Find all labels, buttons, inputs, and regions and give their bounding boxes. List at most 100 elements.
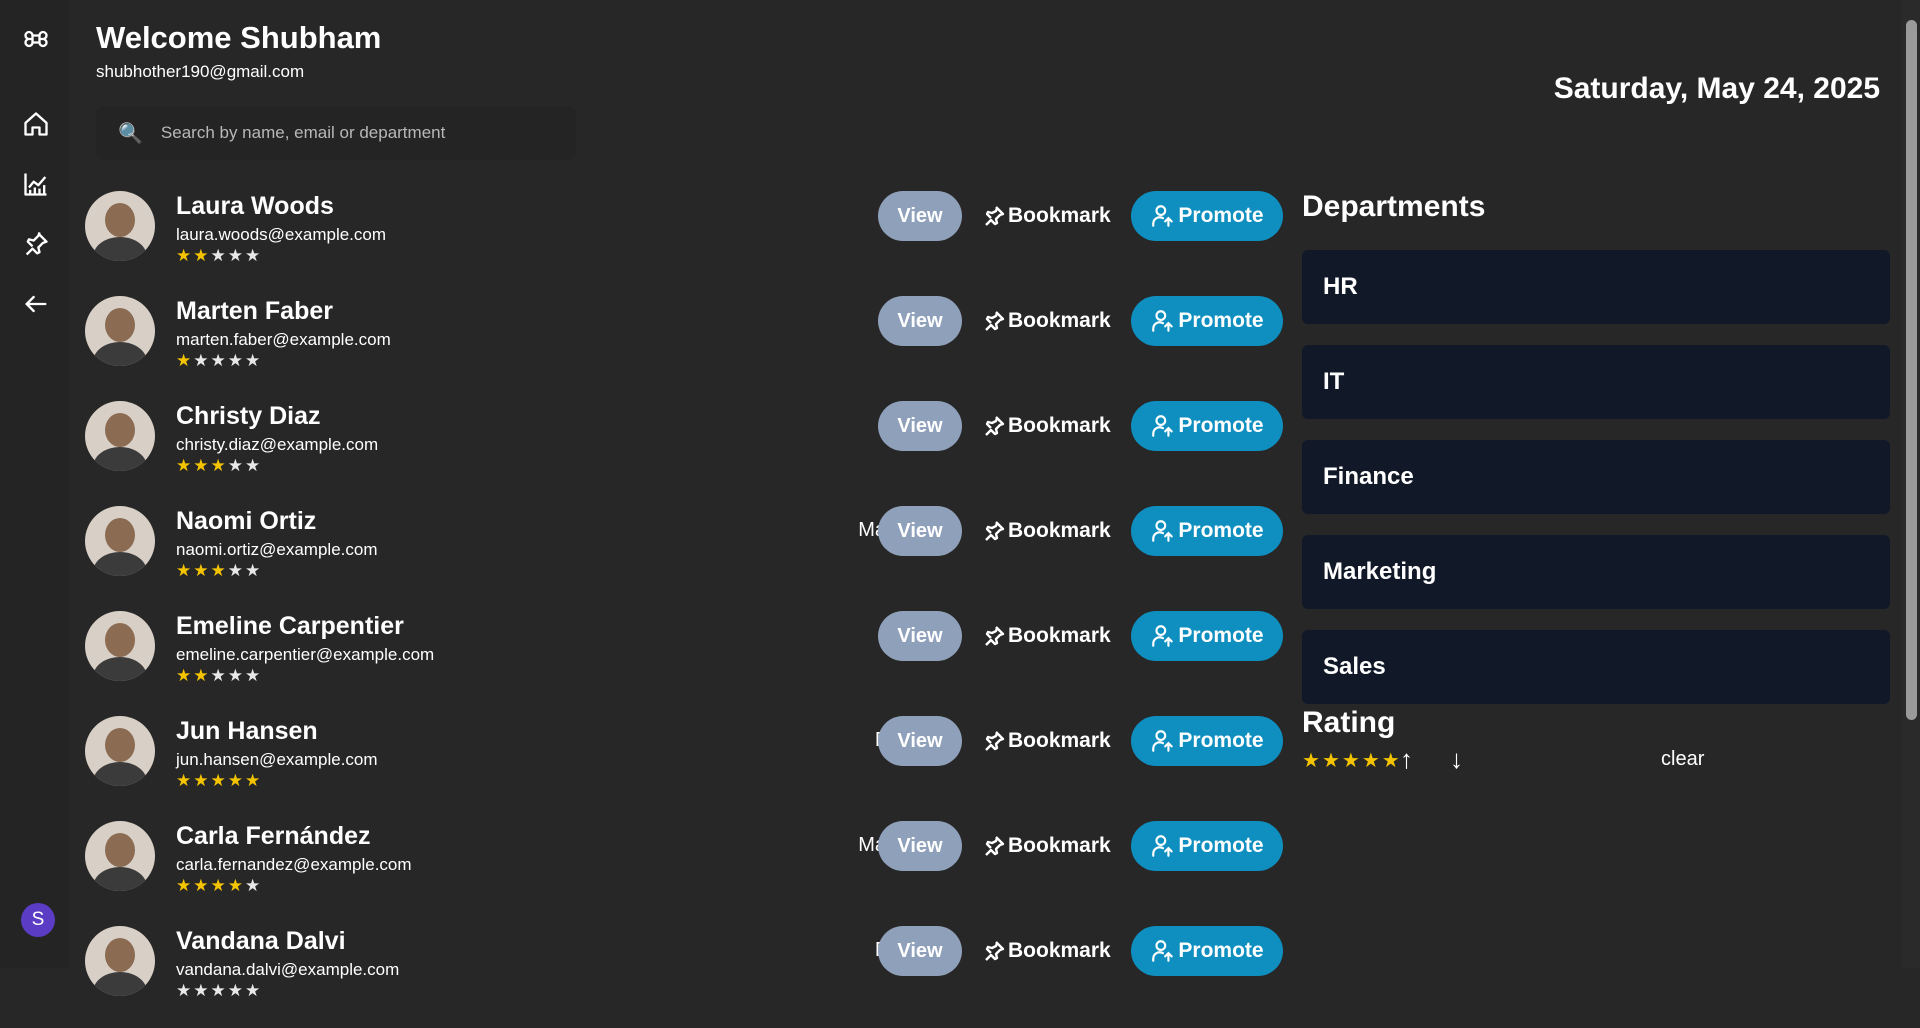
current-date: Saturday, May 24, 2025 [1553,72,1880,105]
clear-rating-button[interactable]: clear [1661,748,1704,771]
rating-star-icon[interactable]: ★ [1322,750,1342,772]
rating-star-icon[interactable]: ★ [1382,750,1402,772]
employee-rating: ★★★★★ [176,456,262,476]
bookmark-button[interactable]: Bookmark [982,506,1111,556]
employee-name: Naomi Ortiz [176,507,317,535]
view-button[interactable]: View [878,401,962,451]
employee-avatar [85,716,155,786]
scrollbar-thumb[interactable] [1906,20,1917,720]
view-button[interactable]: View [878,611,962,661]
view-button[interactable]: View [878,821,962,871]
scrollbar[interactable] [1902,0,1920,968]
employee-avatar [85,401,155,471]
employee-rating: ★★★★★ [176,351,262,371]
pin-icon [982,624,1008,648]
user-promote-icon [1150,518,1178,544]
promote-button[interactable]: Promote [1131,401,1283,451]
star-icon: ★ [227,771,245,790]
employee-row: Marten Faber marten.faber@example.com ★★… [84,293,1284,398]
sort-ascending-icon[interactable]: ↑ [1400,744,1413,775]
star-icon: ★ [210,561,228,580]
view-button[interactable]: View [878,191,962,241]
star-icon: ★ [227,561,245,580]
promote-label: Promote [1178,624,1264,647]
promote-label: Promote [1178,834,1264,857]
star-icon: ★ [193,456,211,475]
star-icon: ★ [210,351,228,370]
view-button[interactable]: View [878,926,962,976]
star-icon: ★ [193,666,211,685]
employee-row: Carla Fernández carla.fernandez@example.… [84,818,1284,923]
user-promote-icon [1150,308,1178,334]
bookmark-label: Bookmark [1008,204,1111,227]
promote-button[interactable]: Promote [1131,611,1283,661]
employee-avatar [85,926,155,996]
promote-button[interactable]: Promote [1131,506,1283,556]
bookmark-button[interactable]: Bookmark [982,821,1111,871]
employee-name: Vandana Dalvi [176,927,346,955]
logo-icon[interactable] [20,23,52,55]
analytics-icon[interactable] [20,168,52,200]
employee-row: Emeline Carpentier emeline.carpentier@ex… [84,608,1284,713]
department-label: IT [1323,368,1345,395]
home-icon[interactable] [20,108,52,140]
pin-icon [982,309,1008,333]
star-icon: ★ [245,456,263,475]
user-promote-icon [1150,203,1178,229]
sidebar: S [0,0,70,968]
search-input[interactable] [158,122,563,144]
view-button[interactable]: View [878,506,962,556]
star-icon: ★ [245,771,263,790]
promote-button[interactable]: Promote [1131,926,1283,976]
department-card[interactable]: Marketing [1302,535,1890,609]
department-card[interactable]: Finance [1302,440,1890,514]
star-icon: ★ [193,561,211,580]
view-button[interactable]: View [878,716,962,766]
bookmark-button[interactable]: Bookmark [982,296,1111,346]
department-card[interactable]: Sales [1302,630,1890,704]
sort-descending-icon[interactable]: ↓ [1450,744,1463,775]
star-icon: ★ [245,561,263,580]
promote-button[interactable]: Promote [1131,716,1283,766]
promote-button[interactable]: Promote [1131,191,1283,241]
pin-icon [982,729,1008,753]
back-arrow-icon[interactable] [20,288,52,320]
department-card[interactable]: IT [1302,345,1890,419]
view-button[interactable]: View [878,296,962,346]
employee-email: vandana.dalvi@example.com [176,960,400,979]
department-card[interactable]: HR [1302,250,1890,324]
star-icon: ★ [210,456,228,475]
star-icon: ★ [245,246,263,265]
employee-row: Naomi Ortiz naomi.ortiz@example.com ★★★★… [84,503,1284,608]
department-label: Marketing [1323,558,1437,585]
user-avatar[interactable]: S [21,903,55,937]
star-icon: ★ [210,981,228,1000]
pin-icon [982,519,1008,543]
user-email: shubhother190@gmail.com [96,62,305,81]
star-icon: ★ [193,246,211,265]
department-label: Finance [1323,463,1414,490]
bookmark-button[interactable]: Bookmark [982,611,1111,661]
rating-star-icon[interactable]: ★ [1342,750,1362,772]
promote-button[interactable]: Promote [1131,821,1283,871]
bookmark-label: Bookmark [1008,939,1111,962]
bookmark-button[interactable]: Bookmark [982,716,1111,766]
rating-star-icon[interactable]: ★ [1302,750,1322,772]
bookmark-button[interactable]: Bookmark [982,401,1111,451]
pin-icon [982,414,1008,438]
employee-avatar [85,296,155,366]
bookmark-button[interactable]: Bookmark [982,926,1111,976]
employee-email: marten.faber@example.com [176,330,391,349]
pin-icon[interactable] [20,228,52,260]
rating-star-icon[interactable]: ★ [1362,750,1382,772]
pin-icon [982,834,1008,858]
promote-button[interactable]: Promote [1131,296,1283,346]
star-icon: ★ [245,876,263,895]
employee-avatar [85,506,155,576]
promote-label: Promote [1178,519,1264,542]
rating-filter-stars[interactable]: ★★★★★ [1302,748,1402,773]
star-icon: ★ [227,876,245,895]
bookmark-button[interactable]: Bookmark [982,191,1111,241]
user-promote-icon [1150,413,1178,439]
star-icon: ★ [227,246,245,265]
